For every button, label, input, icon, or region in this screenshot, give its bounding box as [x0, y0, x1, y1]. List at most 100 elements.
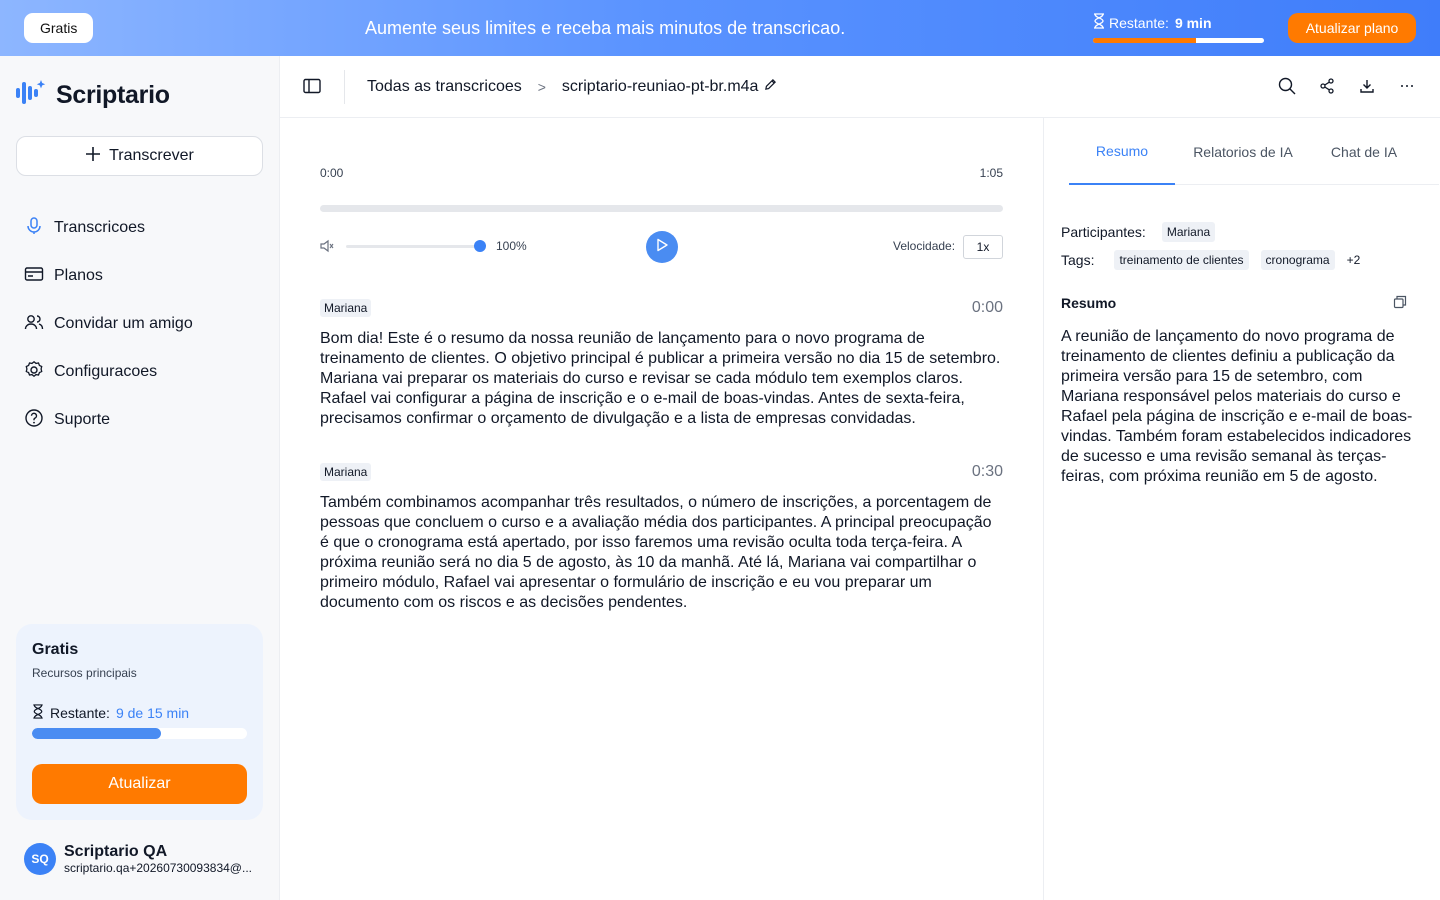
sidebar-item-label: Suporte [54, 411, 111, 428]
transcript-segment: Mariana 0:00 Bom dia! Este é o resumo da… [320, 299, 1003, 439]
banner-remaining-label: Restante: [1109, 14, 1169, 31]
banner-remaining: Restante: 9 min [1093, 13, 1265, 43]
banner-remaining-value: 9 min [1174, 14, 1212, 31]
tags-label: Tags: [1061, 252, 1095, 268]
sidebar-item-planos[interactable]: Planos [24, 252, 193, 300]
speed-label: Velocidade: [893, 239, 956, 253]
sidebar-item-configuracoes[interactable]: Configuracoes [24, 348, 193, 396]
volume-slider[interactable] [346, 245, 480, 248]
speaker-tag[interactable]: Mariana [320, 299, 372, 317]
user-email: scriptario.qa+20260730093834@... [64, 861, 252, 875]
duration: 1:05 [979, 166, 1003, 180]
banner-remaining-fill [1093, 38, 1196, 43]
segment-text[interactable]: Bom dia! Este é o resumo da nossa reuniã… [320, 329, 1003, 429]
logo-waveform-icon [16, 78, 48, 113]
tag-chip[interactable]: treinamento de clientes [1114, 250, 1249, 270]
plan-title: Gratis [32, 641, 79, 658]
breadcrumb: Todas as transcricoes > scriptario-reuni… [367, 56, 777, 118]
summary-panel: Resumo Relatorios de IA Chat de IA Parti… [1043, 118, 1440, 900]
seek-bar[interactable] [320, 205, 1003, 212]
transcript-segment: Mariana 0:30 Também combinamos acompanha… [320, 463, 1003, 623]
summary-meta: Participantes: Mariana Tags: treinamento… [1061, 218, 1360, 274]
player-controls: 100% Velocidade: 1x [320, 231, 1003, 263]
play-icon [656, 238, 668, 257]
users-icon [24, 312, 44, 337]
sidebar: Scriptario Transcrever Transcricoes Plan… [0, 56, 280, 900]
tab-chat-ia[interactable]: Chat de IA [1311, 118, 1417, 185]
plus-icon [85, 146, 101, 167]
tags-more[interactable]: +2 [1347, 253, 1361, 267]
segment-text[interactable]: Também combinamos acompanhar três result… [320, 493, 1003, 613]
upgrade-button[interactable]: Atualizar [32, 764, 247, 804]
upgrade-plan-button[interactable]: Atualizar plano [1288, 13, 1416, 43]
volume-percent: 100% [496, 239, 527, 253]
current-time: 0:00 [320, 166, 344, 180]
edit-pencil-icon[interactable] [764, 78, 777, 96]
more-icon[interactable] [1398, 76, 1416, 96]
sidebar-item-label: Configuracoes [54, 363, 158, 380]
player-times: 0:00 1:05 [320, 166, 1003, 180]
search-icon[interactable] [1278, 76, 1296, 96]
volume-slider-thumb[interactable] [474, 240, 486, 252]
tab-resumo[interactable]: Resumo [1069, 118, 1175, 185]
gear-icon [24, 360, 44, 385]
segment-timestamp[interactable]: 0:00 [972, 299, 1003, 317]
participants-row: Participantes: Mariana [1061, 218, 1360, 246]
download-icon[interactable] [1358, 76, 1376, 96]
breadcrumb-file: scriptario-reuniao-pt-br.m4a [562, 78, 778, 96]
summary-text: A reunião de lançamento do novo programa… [1061, 328, 1413, 485]
speed-select[interactable]: 1x [963, 235, 1003, 259]
page-header: Todas as transcricoes > scriptario-reuni… [280, 56, 1440, 118]
sidebar-item-label: Transcricoes [54, 219, 145, 236]
plan-subtitle: Recursos principais [32, 666, 137, 680]
plan-remaining-bar [32, 728, 247, 739]
header-actions [1278, 76, 1416, 96]
plan-remaining-value: 9 de 15 min [115, 705, 190, 721]
card-icon [24, 264, 44, 289]
banner-message: Aumente seus limites e receba mais minut… [365, 18, 846, 38]
sidebar-item-label: Convidar um amigo [54, 315, 193, 332]
avatar: SQ [24, 843, 56, 875]
plan-remaining: Restante: 9 de 15 min [32, 704, 189, 722]
participants-label: Participantes: [1061, 224, 1146, 240]
participant-chip: Mariana [1161, 222, 1216, 242]
segment-timestamp[interactable]: 0:30 [972, 463, 1003, 481]
header-divider [344, 70, 345, 104]
breadcrumb-root[interactable]: Todas as transcricoes [367, 78, 522, 96]
panel-tabs: Resumo Relatorios de IA Chat de IA [1069, 118, 1439, 185]
play-button[interactable] [646, 231, 678, 263]
share-icon[interactable] [1318, 76, 1336, 96]
app-name: Scriptario [56, 81, 170, 109]
plan-card: Gratis Recursos principais Restante: 9 d… [16, 624, 263, 820]
sidebar-nav: Transcricoes Planos Convidar um amigo Co… [24, 204, 193, 444]
sidebar-item-label: Planos [54, 267, 103, 284]
tag-chip[interactable]: cronograma [1260, 250, 1335, 270]
sidebar-item-convidar[interactable]: Convidar um amigo [24, 300, 193, 348]
transcribe-button-label: Transcrever [109, 147, 194, 164]
hourglass-icon [32, 704, 44, 722]
tab-relatorios-ia[interactable]: Relatorios de IA [1190, 118, 1296, 185]
upgrade-banner: Gratis Aumente seus limites e receba mai… [0, 0, 1440, 56]
speaker-tag[interactable]: Mariana [320, 463, 372, 481]
transcribe-button[interactable]: Transcrever [16, 136, 263, 176]
plan-remaining-label: Restante: [50, 705, 110, 721]
summary-title: Resumo [1061, 295, 1117, 311]
volume-icon[interactable] [320, 239, 334, 258]
audio-player: 0:00 1:05 100% Velocidade: 1x [320, 166, 1003, 263]
user-profile[interactable]: SQ Scriptario QA scriptario.qa+202607300… [24, 843, 254, 875]
tags-row: Tags: treinamento de clientes cronograma… [1061, 246, 1360, 274]
sidebar-item-suporte[interactable]: Suporte [24, 396, 193, 444]
copy-icon[interactable] [1393, 295, 1407, 314]
file-name: scriptario-reuniao-pt-br.m4a [561, 78, 759, 95]
sidebar-item-transcricoes[interactable]: Transcricoes [24, 204, 193, 252]
app-logo[interactable]: Scriptario [16, 78, 170, 113]
microphone-icon [24, 216, 44, 241]
help-icon [24, 408, 44, 433]
hourglass-icon [1093, 13, 1105, 32]
user-name: Scriptario QA [64, 843, 168, 860]
transcript-panel: 0:00 1:05 100% Velocidade: 1x Mariana 0:… [280, 118, 1043, 900]
plan-badge: Gratis [24, 13, 94, 43]
sidebar-toggle-icon[interactable] [302, 76, 322, 96]
plan-remaining-fill [32, 728, 161, 739]
breadcrumb-separator: > [537, 79, 546, 95]
